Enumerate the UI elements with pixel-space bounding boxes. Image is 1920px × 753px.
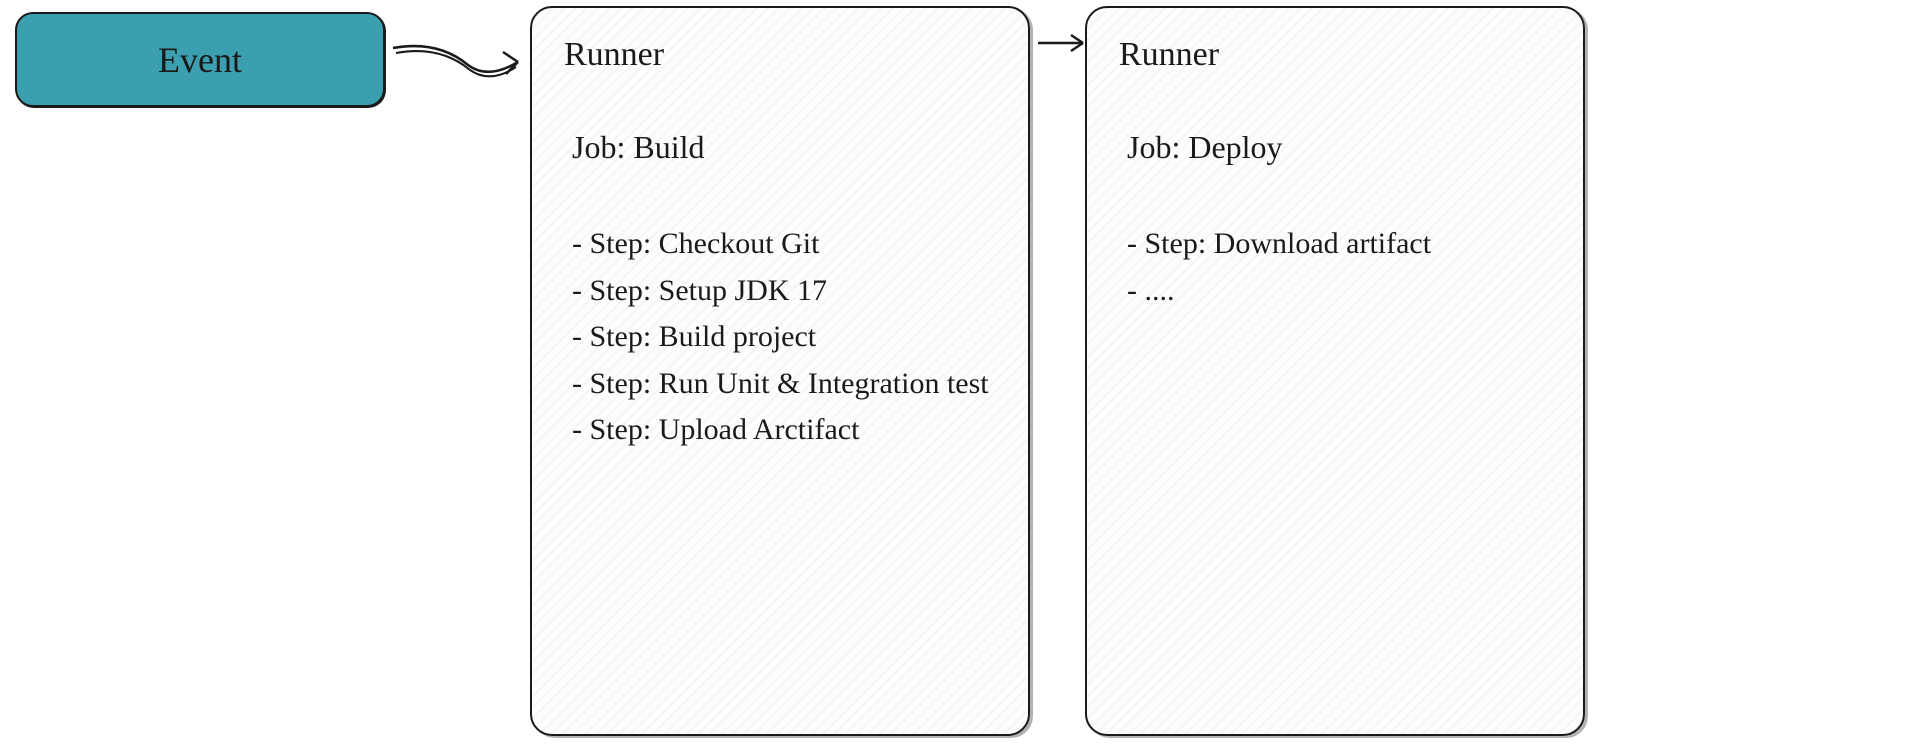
step-line: - Step: Run Unit & Integration test	[572, 361, 996, 408]
step-line: - Step: Download artifact	[1127, 221, 1551, 268]
runner1-job-title: Job: Build	[572, 129, 996, 166]
step-line: - Step: Checkout Git	[572, 221, 996, 268]
step-line: - Step: Build project	[572, 314, 996, 361]
event-box: Event	[15, 12, 385, 107]
runner1-title: Runner	[564, 36, 996, 74]
runner-box-deploy: Runner Job: Deploy - Step: Download arti…	[1085, 6, 1585, 736]
runner2-job-title: Job: Deploy	[1127, 129, 1551, 166]
step-line: - Step: Setup JDK 17	[572, 268, 996, 315]
event-label: Event	[158, 39, 242, 81]
arrow-runner1-to-runner2	[1035, 28, 1090, 58]
step-line: - Step: Upload Arctifact	[572, 407, 996, 454]
runner2-title: Runner	[1119, 36, 1551, 74]
runner2-steps: - Step: Download artifact - ....	[1127, 221, 1551, 314]
arrow-event-to-runner1	[388, 30, 533, 100]
runner-box-build: Runner Job: Build - Step: Checkout Git -…	[530, 6, 1030, 736]
step-line: - ....	[1127, 268, 1551, 315]
runner1-steps: - Step: Checkout Git - Step: Setup JDK 1…	[572, 221, 996, 454]
diagram-canvas: Event Runner Job: Build - Step: Checkout…	[0, 0, 1920, 753]
